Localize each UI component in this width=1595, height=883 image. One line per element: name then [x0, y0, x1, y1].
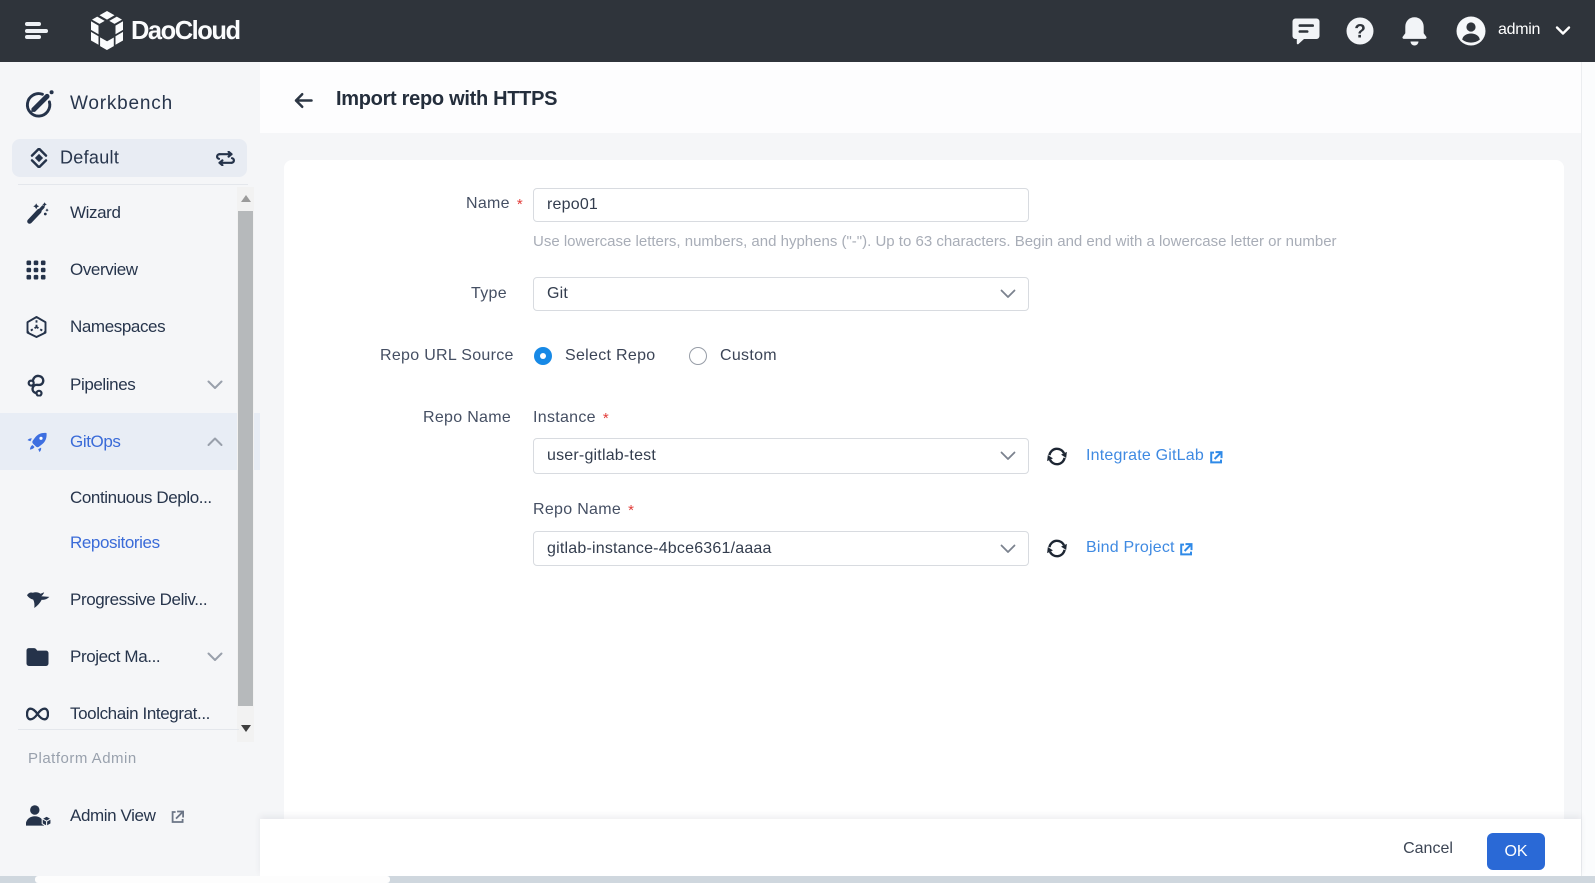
svg-text:?: ? — [1354, 22, 1366, 43]
